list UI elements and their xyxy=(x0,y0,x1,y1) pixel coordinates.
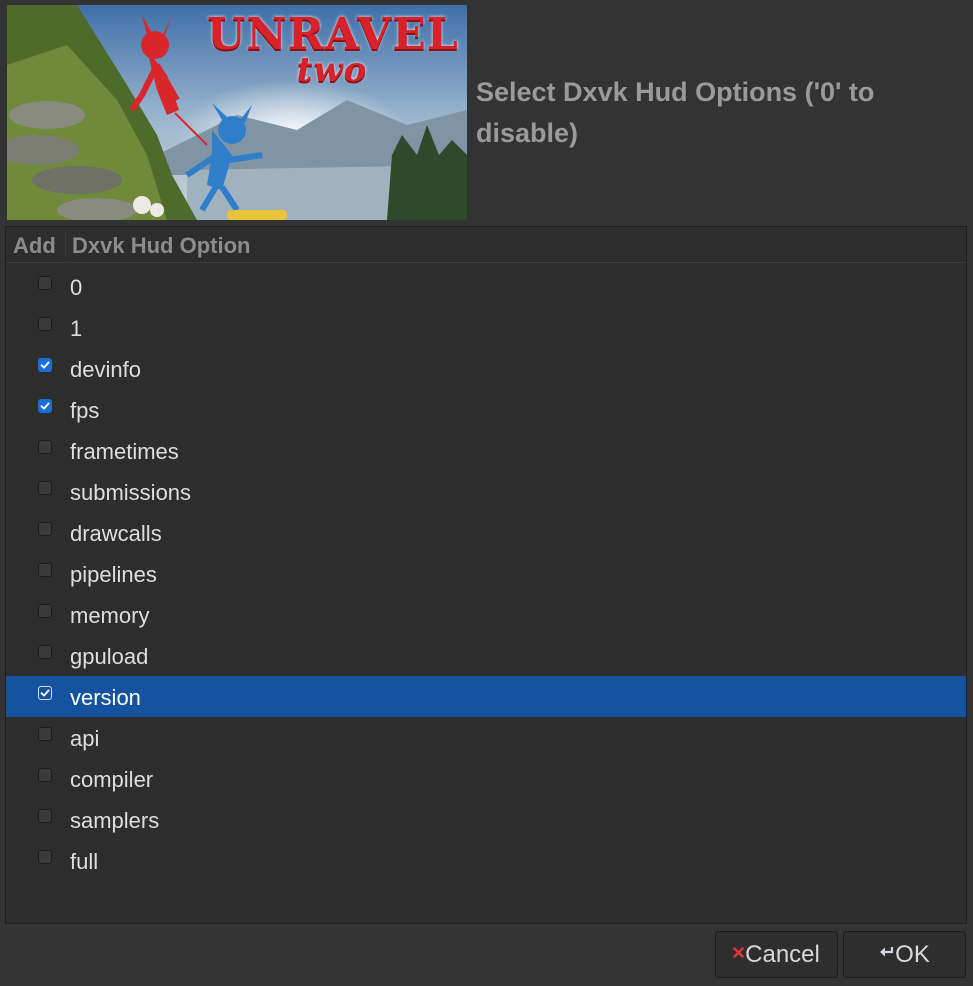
game-logo: UNRAVEL two xyxy=(207,13,458,88)
option-checkbox[interactable] xyxy=(38,604,52,618)
option-checkbox[interactable] xyxy=(38,276,52,290)
column-separator xyxy=(65,231,66,257)
list-item[interactable]: drawcalls xyxy=(6,512,966,553)
option-label: compiler xyxy=(70,767,154,792)
option-list[interactable]: Add Dxvk Hud Option 0 1 devinfo fps frametim… xyxy=(5,226,967,924)
option-checkbox[interactable] xyxy=(38,686,52,700)
checkmark-icon xyxy=(40,402,50,410)
checkmark-icon xyxy=(40,689,50,697)
option-checkbox[interactable] xyxy=(38,358,52,372)
option-checkbox[interactable] xyxy=(38,522,52,536)
option-checkbox[interactable] xyxy=(38,317,52,331)
option-checkbox[interactable] xyxy=(38,768,52,782)
list-item[interactable]: gpuload xyxy=(6,635,966,676)
checkmark-icon xyxy=(40,361,50,369)
list-item[interactable]: 0 xyxy=(6,266,966,307)
cancel-button[interactable]: Cancel xyxy=(715,931,838,978)
ok-button[interactable]: OK xyxy=(843,931,966,978)
option-checkbox[interactable] xyxy=(38,440,52,454)
option-label: api xyxy=(70,726,100,751)
list-item[interactable]: 1 xyxy=(6,307,966,348)
option-label: submissions xyxy=(70,480,192,505)
option-checkbox[interactable] xyxy=(38,850,52,864)
list-item[interactable]: frametimes xyxy=(6,430,966,471)
ok-label: OK xyxy=(895,940,930,968)
list-item[interactable]: api xyxy=(6,717,966,758)
list-item[interactable]: compiler xyxy=(6,758,966,799)
list-item[interactable]: fps xyxy=(6,389,966,430)
option-label: samplers xyxy=(70,808,160,833)
option-checkbox[interactable] xyxy=(38,727,52,741)
option-label: 1 xyxy=(70,316,83,341)
option-label: devinfo xyxy=(70,357,141,382)
option-checkbox[interactable] xyxy=(38,563,52,577)
option-label: memory xyxy=(70,603,150,628)
option-label: full xyxy=(70,849,99,874)
list-item[interactable]: version xyxy=(6,676,966,717)
dxvk-hud-dialog: UNRAVEL two Select Dxvk Hud Options ('0'… xyxy=(0,0,973,986)
option-checkbox[interactable] xyxy=(38,809,52,823)
dialog-heading: Select Dxvk Hud Options ('0' to disable) xyxy=(476,77,875,148)
column-header-add[interactable]: Add xyxy=(13,233,56,259)
option-checkbox[interactable] xyxy=(38,645,52,659)
option-checkbox[interactable] xyxy=(38,481,52,495)
close-icon xyxy=(733,937,744,965)
list-item[interactable]: samplers xyxy=(6,799,966,840)
list-header: Add Dxvk Hud Option xyxy=(6,227,966,263)
cancel-label: Cancel xyxy=(745,940,820,968)
option-label: frametimes xyxy=(70,439,179,464)
option-label: drawcalls xyxy=(70,521,162,546)
list-item[interactable]: pipelines xyxy=(6,553,966,594)
option-checkbox[interactable] xyxy=(38,399,52,413)
list-item[interactable]: full xyxy=(6,840,966,881)
enter-return-icon xyxy=(879,937,894,965)
column-header-option[interactable]: Dxvk Hud Option xyxy=(72,233,250,259)
option-label: 0 xyxy=(70,275,83,300)
option-label: version xyxy=(70,685,141,710)
list-item[interactable]: memory xyxy=(6,594,966,635)
option-label: fps xyxy=(70,398,100,423)
list-item[interactable]: submissions xyxy=(6,471,966,512)
game-banner-image: UNRAVEL two xyxy=(7,5,467,220)
list-item[interactable]: devinfo xyxy=(6,348,966,389)
list-rows: 0 1 devinfo fps frametimes submissions drawcal… xyxy=(6,266,966,881)
option-label: pipelines xyxy=(70,562,157,587)
option-label: gpuload xyxy=(70,644,149,669)
